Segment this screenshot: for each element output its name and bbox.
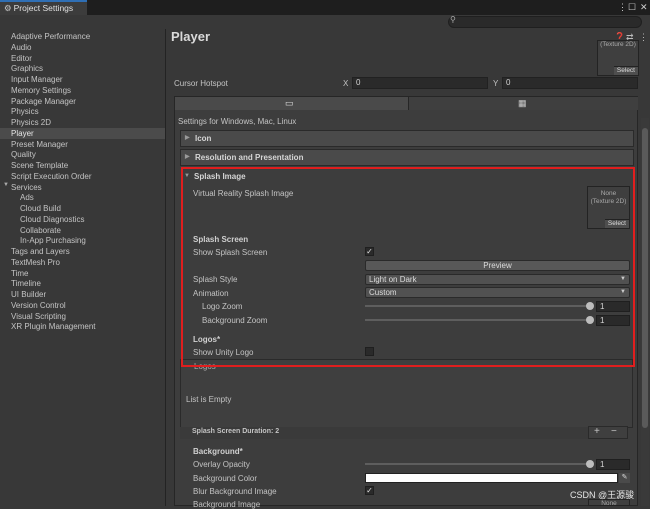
foldout-arrow-icon: ▶: [185, 154, 190, 160]
hotspot-y-field[interactable]: 0: [502, 77, 638, 89]
sidebar-item-quality[interactable]: Quality: [11, 149, 36, 160]
sidebar-item-timeline[interactable]: Timeline: [11, 278, 41, 289]
sidebar-item-scene-template[interactable]: Scene Template: [11, 160, 68, 171]
splash-duration-label: Splash Screen Duration: 2: [192, 428, 280, 435]
background-header: Background*: [193, 447, 243, 456]
sidebar-item-memory-settings[interactable]: Memory Settings: [11, 85, 71, 96]
page-title: Player: [171, 29, 211, 44]
foldout-label: Resolution and Presentation: [195, 153, 304, 162]
foldout-label: Icon: [195, 134, 212, 143]
sidebar-item-script-execution-order[interactable]: Script Execution Order: [11, 171, 91, 182]
foldout-resolution[interactable]: ▶ Resolution and Presentation: [180, 149, 634, 166]
background-color-field[interactable]: [365, 473, 618, 483]
sidebar-item-in-app-purchasing[interactable]: In-App Purchasing: [20, 235, 86, 246]
maximize-icon[interactable]: ☐: [628, 2, 636, 13]
sidebar: Adaptive Performance Audio Editor Graphics I…: [0, 29, 166, 506]
close-icon[interactable]: ✕: [640, 2, 648, 13]
watermark: CSDN @王源骏: [570, 490, 635, 500]
add-button[interactable]: +: [594, 426, 600, 437]
overlay-opacity-slider[interactable]: [365, 463, 592, 465]
cursor-hotspot-label: Cursor Hotspot: [174, 79, 228, 88]
tab-project-settings[interactable]: ⚙ Project Settings: [0, 0, 87, 15]
sidebar-item-graphics[interactable]: Graphics: [11, 63, 43, 74]
grid-icon: ▦: [518, 98, 527, 108]
sidebar-item-physics-2d[interactable]: Physics 2D: [11, 117, 51, 128]
sidebar-item-adaptive-performance[interactable]: Adaptive Performance: [11, 31, 90, 42]
eyedropper-icon[interactable]: ✎: [619, 473, 630, 483]
menu-icon[interactable]: ⋮: [618, 2, 627, 13]
sidebar-item-cloud-diagnostics[interactable]: Cloud Diagnostics: [20, 214, 84, 225]
highlight-box: [181, 167, 635, 367]
sidebar-item-textmesh-pro[interactable]: TextMesh Pro: [11, 257, 60, 268]
cursor-texture-thumb: (Texture 2D) Select: [597, 40, 639, 76]
background-color-label: Background Color: [193, 474, 258, 483]
sidebar-item-version-control[interactable]: Version Control: [11, 300, 66, 311]
search-icon: ⚲: [450, 15, 456, 24]
sidebar-item-audio[interactable]: Audio: [11, 42, 31, 53]
search-input[interactable]: [448, 16, 642, 28]
remove-button[interactable]: −: [611, 426, 617, 437]
blur-background-label: Blur Background Image: [193, 487, 277, 496]
more-icon[interactable]: ⋮: [639, 32, 648, 43]
sidebar-item-xr-plugin-management[interactable]: XR Plugin Management: [11, 321, 96, 332]
sidebar-item-ads[interactable]: Ads: [20, 192, 34, 203]
x-label: X: [343, 79, 349, 88]
sidebar-item-player[interactable]: Player: [11, 128, 34, 139]
thumb-type-label: (Texture 2D): [600, 41, 636, 48]
sidebar-item-physics[interactable]: Physics: [11, 106, 39, 117]
blur-background-checkbox[interactable]: ✓: [365, 486, 374, 495]
sidebar-item-ui-builder[interactable]: UI Builder: [11, 289, 46, 300]
sidebar-item-tags-and-layers[interactable]: Tags and Layers: [11, 246, 70, 257]
sidebar-item-cloud-build[interactable]: Cloud Build: [20, 203, 61, 214]
logos-list: [180, 359, 633, 428]
y-label: Y: [493, 79, 499, 88]
foldout-arrow-icon: ▶: [185, 135, 190, 141]
background-image-label: Background Image: [193, 500, 261, 509]
select-button[interactable]: Select: [613, 66, 638, 75]
scrollbar-thumb[interactable]: [642, 128, 648, 428]
sidebar-item-input-manager[interactable]: Input Manager: [11, 74, 63, 85]
hotspot-x-field[interactable]: 0: [352, 77, 488, 89]
list-empty-label: List is Empty: [186, 395, 232, 404]
tab-label: Project Settings: [13, 3, 74, 13]
overlay-opacity-label: Overlay Opacity: [193, 460, 250, 469]
platform-caption: Settings for Windows, Mac, Linux: [178, 117, 297, 126]
expand-arrow-icon[interactable]: ▼: [3, 182, 9, 188]
monitor-icon: ▭: [285, 98, 294, 108]
title-bar: [0, 0, 650, 15]
overlay-opacity-field[interactable]: 1: [596, 459, 630, 470]
foldout-icon[interactable]: ▶ Icon: [180, 130, 634, 147]
gear-icon: ⚙: [4, 3, 12, 13]
overlay-opacity-knob[interactable]: [586, 460, 594, 468]
